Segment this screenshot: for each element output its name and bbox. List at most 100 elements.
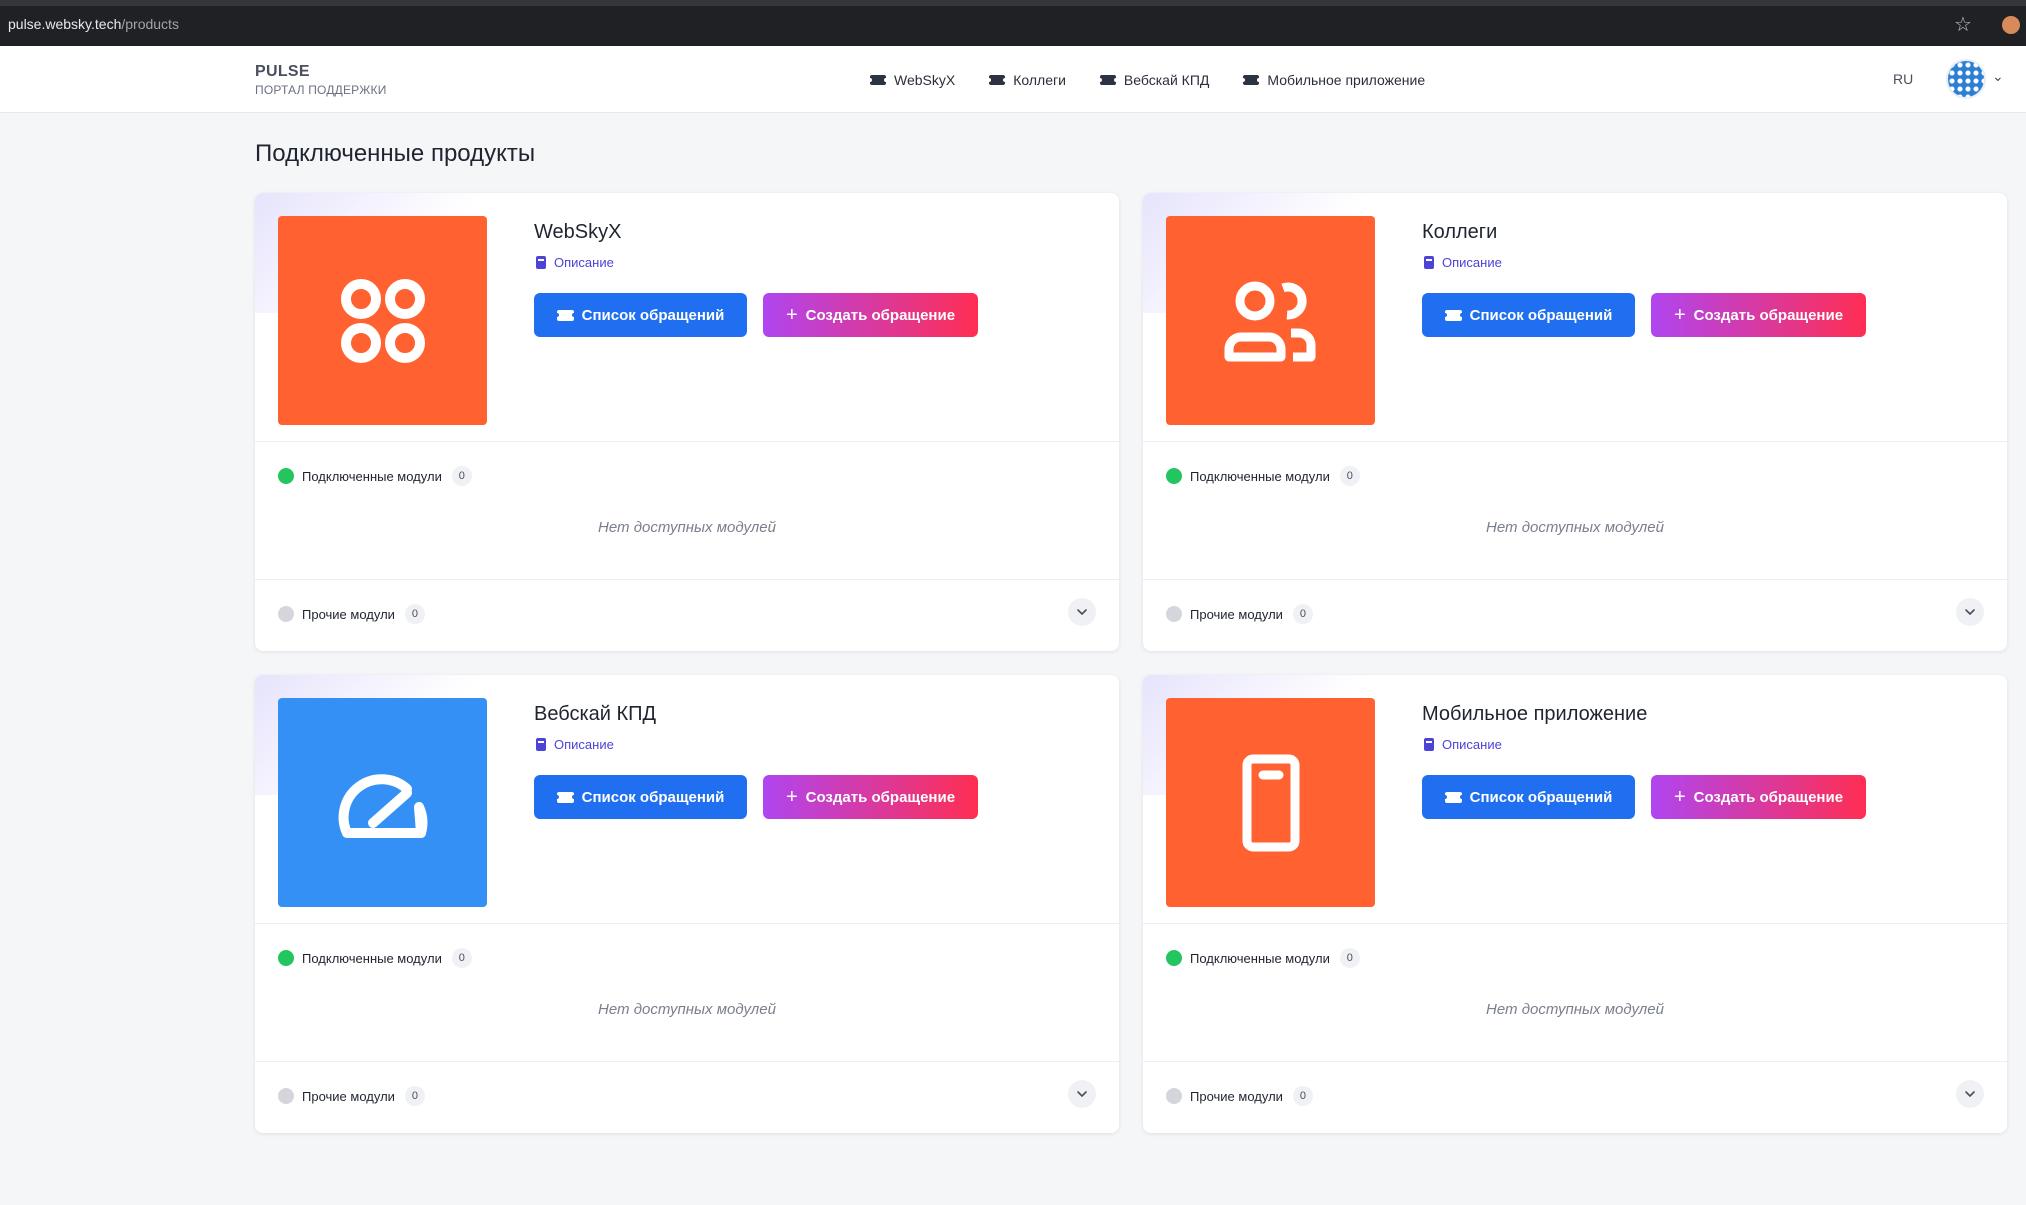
ticket-icon (1442, 791, 1464, 803)
apps-grid-icon (333, 271, 433, 371)
nav-item-colleagues[interactable]: Коллеги (987, 72, 1066, 88)
other-modules-label: Прочие модули (1190, 1088, 1283, 1104)
product-card: Вебскай КПД Описание Список обращений + … (255, 675, 1119, 1133)
ticket-list-button[interactable]: Список обращений (1422, 775, 1635, 819)
other-modules-header: Прочие модули 0 (1166, 604, 1313, 624)
create-ticket-button[interactable]: + Создать обращение (763, 775, 978, 819)
top-nav: WebSkyX Коллеги Вебскай КПД Мобильное пр… (868, 46, 1426, 113)
ticket-list-label: Список обращений (1469, 788, 1613, 806)
other-modules-label: Прочие модули (302, 1088, 395, 1104)
divider (1143, 1061, 2007, 1062)
ticket-icon (554, 791, 576, 803)
other-count-badge: 0 (404, 604, 425, 624)
product-tile[interactable] (1166, 698, 1375, 907)
divider (255, 923, 1119, 924)
chevron-down-icon[interactable]: ⌄ (1992, 68, 2004, 85)
create-ticket-label: Создать обращение (805, 306, 956, 324)
chevron-down-icon (1965, 1091, 1975, 1097)
divider (1143, 923, 2007, 924)
product-card-header: Вебскай КПД Описание Список обращений + … (255, 675, 1119, 923)
empty-modules-text: Нет доступных модулей (1486, 519, 1664, 536)
expand-other-modules-button[interactable] (1956, 1080, 1984, 1108)
ticket-icon (868, 74, 888, 85)
description-link[interactable]: Описание (1424, 255, 1502, 270)
connected-modules-header: Подключенные модули 0 (278, 466, 472, 486)
user-avatar[interactable] (1946, 59, 1986, 99)
expand-other-modules-button[interactable] (1068, 598, 1096, 626)
nav-item-webskyx[interactable]: WebSkyX (868, 71, 956, 88)
ticket-list-label: Список обращений (581, 306, 725, 324)
ticket-icon (1097, 74, 1118, 85)
ticket-icon (1241, 74, 1262, 85)
brand-title: PULSE (255, 63, 310, 80)
ticket-icon (987, 74, 1008, 85)
ticket-list-button[interactable]: Список обращений (1422, 293, 1635, 337)
connected-status-dot (278, 950, 294, 966)
other-status-dot (278, 606, 294, 622)
connected-status-dot (278, 468, 294, 484)
extension-icon[interactable] (2002, 16, 2020, 34)
users-icon (1221, 271, 1321, 371)
url-host: pulse.websky.tech (8, 16, 122, 32)
connected-status-dot (1166, 950, 1182, 966)
brand-logo[interactable]: PULSE ПОРТАЛ ПОДДЕРЖКИ (255, 63, 387, 97)
expand-other-modules-button[interactable] (1956, 598, 1984, 626)
book-icon (536, 256, 546, 269)
plus-icon: + (785, 786, 798, 808)
divider (1143, 441, 2007, 442)
ticket-list-label: Список обращений (581, 788, 725, 806)
nav-item-kpd[interactable]: Вебскай КПД (1097, 71, 1210, 88)
description-label: Описание (554, 737, 614, 752)
connected-count-badge: 0 (1339, 466, 1360, 486)
connected-modules-label: Подключенные модули (302, 468, 442, 484)
plus-icon: + (785, 304, 798, 326)
description-link[interactable]: Описание (1424, 737, 1502, 752)
other-count-badge: 0 (1292, 1086, 1313, 1106)
connected-count-badge: 0 (1339, 948, 1360, 968)
product-card-header: WebSkyX Описание Список обращений + Созд… (255, 193, 1119, 441)
description-link[interactable]: Описание (536, 737, 614, 752)
product-tile[interactable] (278, 216, 487, 425)
description-label: Описание (1442, 255, 1502, 270)
connected-status-dot (1166, 468, 1182, 484)
ticket-list-button[interactable]: Список обращений (534, 293, 747, 337)
description-link[interactable]: Описание (536, 255, 614, 270)
create-ticket-label: Создать обращение (1693, 788, 1844, 806)
create-ticket-button[interactable]: + Создать обращение (1651, 775, 1866, 819)
language-switcher[interactable]: RU (1893, 71, 1913, 87)
product-name: Вебскай КПД (534, 703, 657, 725)
divider (255, 1061, 1119, 1062)
divider (1143, 579, 2007, 580)
nav-item-mobile-app[interactable]: Мобильное приложение (1241, 71, 1426, 88)
book-icon (1424, 738, 1434, 751)
create-ticket-button[interactable]: + Создать обращение (1651, 293, 1866, 337)
url-path: /products (121, 16, 179, 32)
connected-modules-header: Подключенные модули 0 (1166, 948, 1360, 968)
page-title: Подключенные продукты (255, 140, 536, 167)
nav-item-label: Мобильное приложение (1267, 71, 1426, 88)
description-label: Описание (554, 255, 614, 270)
product-tile[interactable] (278, 698, 487, 907)
product-tile[interactable] (1166, 216, 1375, 425)
connected-modules-header: Подключенные модули 0 (278, 948, 472, 968)
product-card: Коллеги Описание Список обращений + Созд… (1143, 193, 2007, 651)
expand-other-modules-button[interactable] (1068, 1080, 1096, 1108)
ticket-list-button[interactable]: Список обращений (534, 775, 747, 819)
product-name: Коллеги (1422, 221, 1498, 243)
bookmark-star-icon[interactable]: ☆ (1952, 14, 1974, 36)
nav-item-label: Вебскай КПД (1123, 71, 1210, 88)
divider (255, 441, 1119, 442)
address-bar[interactable]: pulse.websky.tech/products (8, 16, 179, 32)
empty-modules-text: Нет доступных модулей (598, 519, 776, 536)
divider (255, 579, 1119, 580)
other-count-badge: 0 (1292, 604, 1313, 624)
nav-item-label: WebSkyX (894, 71, 956, 88)
product-card-header: Коллеги Описание Список обращений + Созд… (1143, 193, 2007, 441)
create-ticket-button[interactable]: + Создать обращение (763, 293, 978, 337)
browser-toolbar: pulse.websky.tech/products ☆ (0, 0, 2026, 46)
description-label: Описание (1442, 737, 1502, 752)
brand-subtitle: ПОРТАЛ ПОДДЕРЖКИ (255, 83, 387, 97)
product-name: WebSkyX (534, 221, 622, 243)
connected-modules-label: Подключенные модули (302, 950, 442, 966)
empty-modules-text: Нет доступных модулей (598, 1001, 776, 1018)
